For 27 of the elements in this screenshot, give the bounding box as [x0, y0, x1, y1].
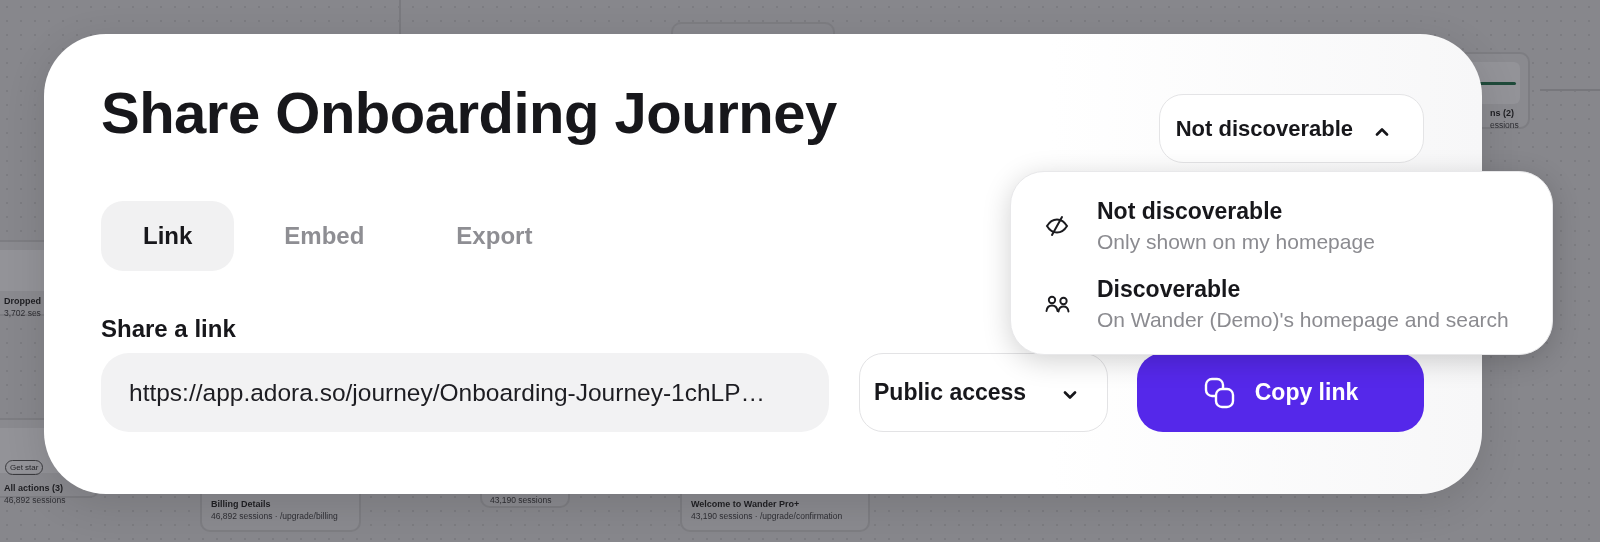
node-title: Billing Details — [211, 499, 272, 509]
node-stats: 3,702 ses — [4, 308, 41, 318]
copy-link-button[interactable]: Copy link — [1137, 353, 1424, 432]
node-stats: 46,892 sessions · /upgrade/billing — [211, 511, 338, 521]
chevron-icon — [1063, 391, 1077, 400]
menu-item[interactable]: Discoverable On Wander (Demo)'s homepage and search — [1011, 276, 1552, 332]
node-stats: essions — [1490, 120, 1519, 130]
node-stats: 46,892 sessions — [4, 495, 66, 505]
menu-item-description: Only shown on my homepage — [1097, 230, 1375, 254]
menu-item-description: On Wander (Demo)'s homepage and search — [1097, 308, 1509, 332]
node-title: All actions (3) — [4, 483, 64, 493]
access-select[interactable]: Public access — [859, 353, 1108, 432]
visibility-select[interactable]: Not discoverable — [1158, 94, 1424, 163]
people-icon — [1045, 295, 1071, 313]
section-label: Share a link — [101, 315, 236, 343]
node-stats: 43,190 sessions · /upgrade/confirmation — [691, 511, 843, 521]
node-title: ns (2) — [1490, 108, 1515, 118]
chevron-icon — [1375, 126, 1389, 136]
node-title: Dropped — [4, 296, 41, 306]
url-field[interactable]: https://app.adora.so/journey/Onboarding-Journey-1chLP… — [101, 353, 829, 432]
node-stats: 43,190 sessions — [490, 495, 552, 505]
dialog-title: Share Onboarding Journey — [101, 80, 837, 146]
node-title: Welcome to Wander Pro+ — [691, 499, 801, 509]
tab[interactable]: Link — [101, 201, 235, 271]
eye-slash-icon — [1045, 215, 1069, 237]
copy-icon — [1202, 375, 1237, 410]
menu-item[interactable]: Not discoverable Only shown on my homepage — [1011, 198, 1552, 254]
